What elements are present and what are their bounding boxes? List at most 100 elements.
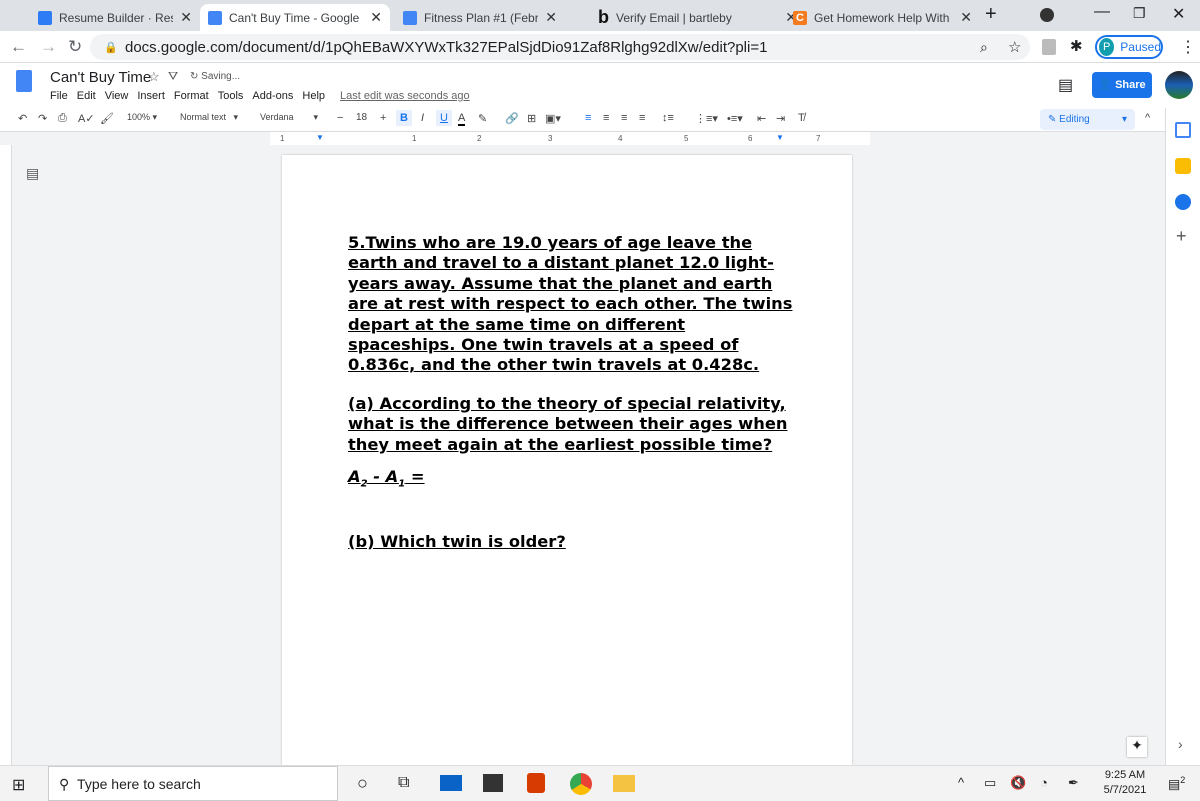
volume-muted-icon[interactable]: 🔇	[1010, 775, 1026, 791]
extensions-puzzle-icon[interactable]: ✱	[1070, 37, 1083, 55]
menu-addons[interactable]: Add-ons	[252, 90, 293, 102]
link-icon[interactable]: 🔗	[505, 112, 519, 125]
close-icon[interactable]: ✕	[960, 9, 972, 26]
vertical-ruler[interactable]	[0, 145, 12, 765]
tab-chegg[interactable]: CGet Homework Help With Chegg✕	[785, 4, 980, 31]
style-select[interactable]: Normal text ▾	[180, 112, 238, 123]
bookmark-star-icon[interactable]: ☆	[1008, 38, 1021, 56]
close-window-button[interactable]: ✕	[1172, 4, 1185, 24]
tab-bartleby[interactable]: b Verify Email | bartleby ✕	[590, 4, 805, 31]
bulleted-list-icon[interactable]: •≡▾	[727, 112, 743, 125]
font-select[interactable]: Verdana ▾	[260, 112, 318, 123]
align-left-icon[interactable]: ≡	[585, 112, 591, 124]
taskbar-search-input[interactable]: ⚲ Type here to search	[48, 766, 338, 801]
menu-help[interactable]: Help	[302, 90, 325, 102]
decrease-indent-icon[interactable]: ⇤	[757, 112, 766, 125]
menu-view[interactable]: View	[105, 90, 129, 102]
restore-button[interactable]: ❐	[1133, 5, 1146, 22]
clear-formatting-icon[interactable]: T̸	[798, 112, 805, 124]
underline-button[interactable]: U	[436, 110, 452, 126]
tab-resume[interactable]: Resume Builder · Resume.io✕	[30, 4, 200, 31]
docs-logo-icon[interactable]	[16, 70, 32, 92]
task-view-icon[interactable]: ⧉	[398, 774, 409, 792]
close-icon[interactable]: ✕	[180, 9, 192, 26]
store-icon[interactable]	[483, 774, 503, 792]
menu-format[interactable]: Format	[174, 90, 209, 102]
menu-insert[interactable]: Insert	[137, 90, 165, 102]
account-avatar[interactable]	[1165, 71, 1193, 99]
calendar-icon[interactable]	[1175, 122, 1191, 138]
comments-icon[interactable]: ▤	[1058, 75, 1073, 95]
comment-icon[interactable]: ⊞	[527, 112, 536, 125]
menu-file[interactable]: File	[50, 90, 68, 102]
document-outline-icon[interactable]: ▤	[26, 165, 39, 182]
cortana-icon[interactable]: ○	[357, 773, 368, 794]
doc-title[interactable]: Can't Buy Time	[50, 69, 151, 86]
star-icon[interactable]: ☆	[148, 69, 160, 85]
clock[interactable]: 9:25 AM 5/7/2021	[1100, 769, 1150, 799]
expand-panel-icon[interactable]: ›	[1178, 736, 1183, 752]
extension-icon[interactable]	[1042, 39, 1056, 55]
share-button[interactable]: 👤 Share	[1092, 72, 1152, 98]
font-size-input[interactable]: 18	[356, 112, 367, 123]
highlight-icon[interactable]: ✎	[478, 112, 487, 125]
menu-tools[interactable]: Tools	[218, 90, 244, 102]
chrome-menu-icon[interactable]: ⋮	[1180, 37, 1196, 57]
explore-button[interactable]: ✦	[1127, 737, 1147, 757]
move-to-drive-icon[interactable]: ⛛	[168, 69, 178, 84]
increase-indent-icon[interactable]: ⇥	[776, 112, 785, 125]
url-input[interactable]: 🔒 docs.google.com/document/d/1pQhEBaWXYWx…	[90, 34, 1030, 60]
collapse-menus-icon[interactable]: ^	[1145, 112, 1150, 124]
undo-icon[interactable]: ↶	[18, 112, 27, 125]
decrease-font-size-button[interactable]: −	[337, 112, 343, 124]
minimize-button[interactable]: —	[1094, 3, 1110, 21]
forward-button[interactable]: →	[40, 37, 57, 57]
align-right-icon[interactable]: ≡	[621, 112, 627, 124]
tab-fitness[interactable]: Fitness Plan #1 (February. 21st✕	[395, 4, 565, 31]
align-center-icon[interactable]: ≡	[603, 112, 609, 124]
windows-start-icon[interactable]: ⊞	[12, 775, 25, 795]
numbered-list-icon[interactable]: ⋮≡▾	[695, 112, 718, 125]
bold-button[interactable]: B	[396, 110, 412, 126]
redo-icon[interactable]: ↷	[38, 112, 47, 125]
editing-mode-select[interactable]: ✎ Editing ▾	[1040, 109, 1135, 130]
close-icon[interactable]: ✕	[545, 9, 557, 26]
image-icon[interactable]: ▣▾	[545, 112, 561, 125]
print-icon[interactable]: ⎙	[58, 112, 67, 125]
tab-docs[interactable]: Can't Buy Time - Google Docs✕	[200, 4, 390, 31]
left-indent-marker[interactable]: ▼	[316, 133, 324, 142]
new-tab-button[interactable]: +	[985, 3, 997, 26]
text-color-button[interactable]: A	[458, 112, 466, 126]
increase-font-size-button[interactable]: +	[380, 112, 386, 124]
paint-format-icon[interactable]: 🖌	[100, 112, 114, 125]
horizontal-ruler[interactable]: 1 ▼ 1 2 3 4 5 6 ▼ 7	[270, 132, 870, 145]
mail-icon[interactable]	[440, 775, 462, 791]
zoom-icon[interactable]: ⌕	[980, 39, 988, 56]
profile-button[interactable]: P Paused	[1095, 35, 1163, 59]
menu-edit[interactable]: Edit	[77, 90, 96, 102]
document-content[interactable]: 5.Twins who are 19.0 years of age leave …	[348, 233, 793, 564]
chrome-icon[interactable]	[570, 773, 592, 795]
battery-icon[interactable]: ▭	[984, 775, 996, 791]
line-spacing-icon[interactable]: ↕≡	[662, 112, 674, 124]
office-icon[interactable]	[527, 773, 545, 793]
wifi-icon[interactable]: ◔	[1040, 775, 1048, 790]
pen-icon[interactable]: ✒	[1068, 775, 1079, 791]
zoom-select[interactable]: 100% ▾	[127, 112, 157, 123]
spellcheck-icon[interactable]: A✓	[78, 112, 95, 125]
add-addon-icon[interactable]: +	[1176, 226, 1187, 247]
file-explorer-icon[interactable]	[613, 775, 635, 792]
tab-search-icon[interactable]	[1040, 8, 1054, 22]
keep-icon[interactable]	[1175, 158, 1191, 174]
back-button[interactable]: ←	[10, 37, 27, 57]
document-page[interactable]: 5.Twins who are 19.0 years of age leave …	[282, 155, 852, 765]
show-hidden-icons[interactable]: ^	[958, 775, 964, 790]
tasks-icon[interactable]	[1175, 194, 1191, 210]
close-icon[interactable]: ✕	[370, 9, 382, 26]
justify-icon[interactable]: ≡	[639, 112, 645, 124]
last-edit-link[interactable]: Last edit was seconds ago	[340, 90, 470, 102]
right-indent-marker[interactable]: ▼	[776, 133, 784, 142]
reload-button[interactable]: ↻	[68, 37, 82, 57]
italic-button[interactable]: I	[421, 112, 424, 124]
notifications-icon[interactable]: ▤2	[1168, 775, 1185, 792]
